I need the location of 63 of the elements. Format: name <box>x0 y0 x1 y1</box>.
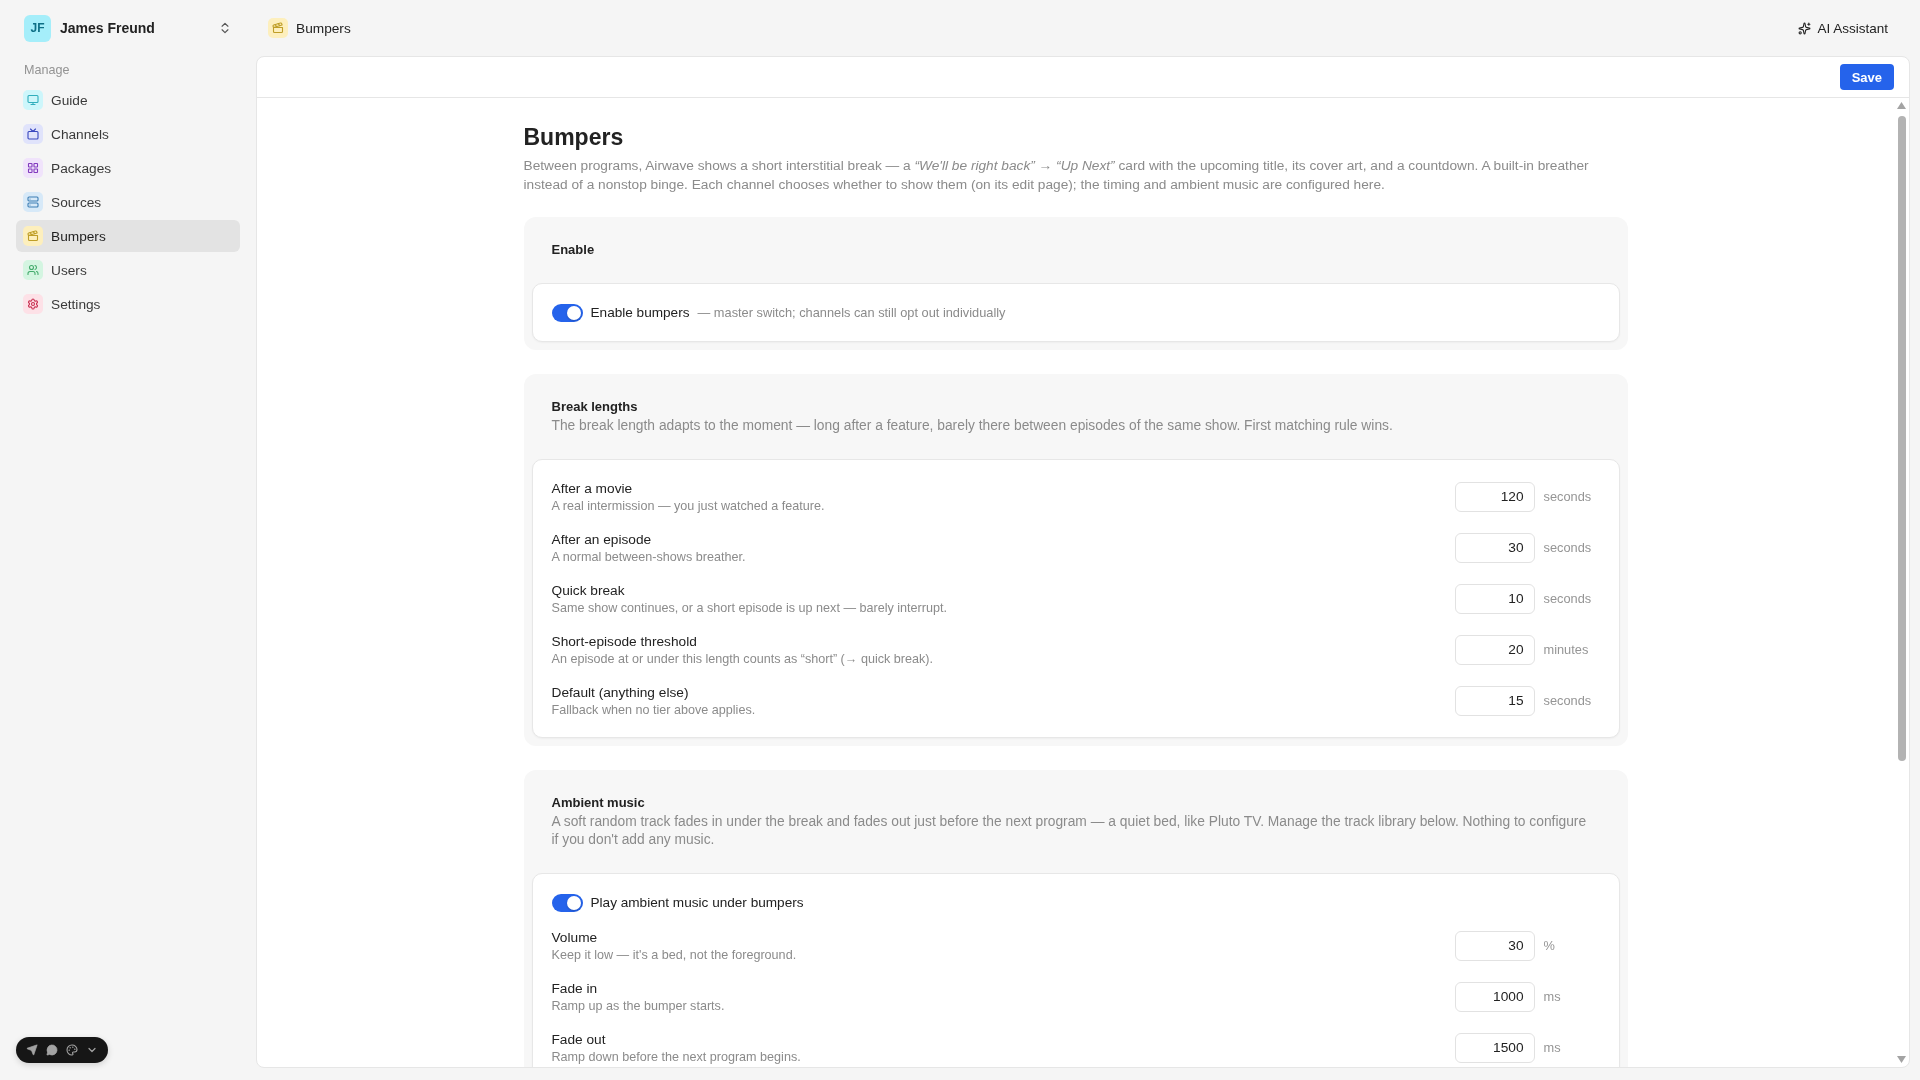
number-field[interactable]: 1500 <box>1454 1032 1535 1063</box>
section-description: A soft random track fades in under the break and fades out just before the next program — a quiet bed, like Pluto TV. Manage the track library below. Nothing to configure if you don't add any music. <box>551 813 1588 849</box>
unit-label: ms <box>1543 989 1562 1004</box>
page-description: Between programs, Airwave shows a short interstitial break — a “We'll be right back” → “Up Next” card with the upcoming title, its cover art, and a countdown. A built-in breather instead of a nonstop binge. Each channel chooses whether to show them (on its edit page); the timing and ambient music are configured here. <box>523 157 1590 194</box>
clapperboard-icon <box>268 18 288 38</box>
unit-label: seconds <box>1543 591 1593 606</box>
setting-description: A normal between-shows breather. <box>551 548 747 565</box>
setting-description: Same show continues, or a short episode is up next — barely interrupt. <box>551 599 948 616</box>
section-title: Break lengths <box>551 398 639 416</box>
number-field[interactable]: 1000 <box>1454 981 1535 1012</box>
setting-label: Fade out <box>551 1030 607 1049</box>
section-label: Manage <box>23 62 71 78</box>
number-field[interactable]: 20 <box>1454 634 1535 665</box>
ai-assistant-button[interactable]: AI Assistant <box>1798 20 1888 36</box>
setting-description: Fallback when no tier above applies. <box>551 701 757 718</box>
unit-label: minutes <box>1543 642 1590 657</box>
setting-description: Ramp down before the next program begins. <box>551 1048 802 1065</box>
sidebar-item[interactable]: Packages <box>16 152 240 184</box>
unit-label: seconds <box>1543 693 1593 708</box>
sidebar-item[interactable]: Channels <box>16 118 240 150</box>
setting-description: Keep it low — it's a bed, not the foreground. <box>551 946 798 963</box>
sparkles-icon <box>1798 21 1812 35</box>
account-switcher[interactable]: JF James Freund <box>16 14 240 42</box>
unit-label: % <box>1543 938 1556 953</box>
sidebar-item[interactable]: Guide <box>16 84 240 116</box>
palette-icon[interactable] <box>66 1044 78 1056</box>
save-button[interactable]: Save <box>1839 64 1894 90</box>
sidebar-item[interactable]: Users <box>16 254 240 286</box>
unit-label: seconds <box>1543 489 1593 504</box>
avatar: JF <box>24 14 51 42</box>
section-description: The break length adapts to the moment — long after a feature, barely there between episodes of the same show. First matching rule wins. <box>551 417 1394 435</box>
number-field[interactable]: 30 <box>1454 930 1535 961</box>
scrollbar-thumb[interactable] <box>1897 116 1906 761</box>
setting-label: Short-episode threshold <box>551 632 698 651</box>
sidebar-item[interactable]: Bumpers <box>16 220 240 252</box>
setting-description: Ramp up as the bumper starts. <box>551 997 726 1014</box>
sidebar-item[interactable]: Settings <box>16 288 240 320</box>
toggle-label: Play ambient music under bumpers <box>590 895 804 910</box>
setting-label: Default (anything else) <box>551 683 690 702</box>
number-field[interactable]: 15 <box>1454 685 1535 716</box>
setting-description: An episode at or under this length counts as “short” (→ quick break). <box>551 650 934 667</box>
section-title: Ambient music <box>551 794 646 812</box>
setting-label: Volume <box>551 928 599 947</box>
toggle-switch[interactable] <box>551 303 583 322</box>
breadcrumb-item: Bumpers <box>296 20 351 36</box>
toggle-switch[interactable] <box>551 893 583 912</box>
unit-label: seconds <box>1543 540 1593 555</box>
page-title: Bumpers <box>523 123 625 152</box>
section-title: Enable <box>551 241 596 259</box>
setting-label: After a movie <box>551 479 634 498</box>
chat-bubble-icon[interactable] <box>46 1044 58 1056</box>
setting-label: Quick break <box>551 581 626 600</box>
toggle-hint: — master switch; channels can still opt out individually <box>697 305 1006 320</box>
unit-label: ms <box>1543 1040 1562 1055</box>
number-field[interactable]: 120 <box>1454 481 1535 512</box>
send-icon[interactable] <box>26 1044 38 1056</box>
number-field[interactable]: 10 <box>1454 583 1535 614</box>
sidebar-item[interactable]: Sources <box>16 186 240 218</box>
toggle-label: Enable bumpers <box>590 305 690 320</box>
number-field[interactable]: 30 <box>1454 532 1535 563</box>
setting-label: After an episode <box>551 530 653 549</box>
setting-label: Fade in <box>551 979 599 998</box>
setting-description: A real intermission — you just watched a feature. <box>551 497 826 514</box>
